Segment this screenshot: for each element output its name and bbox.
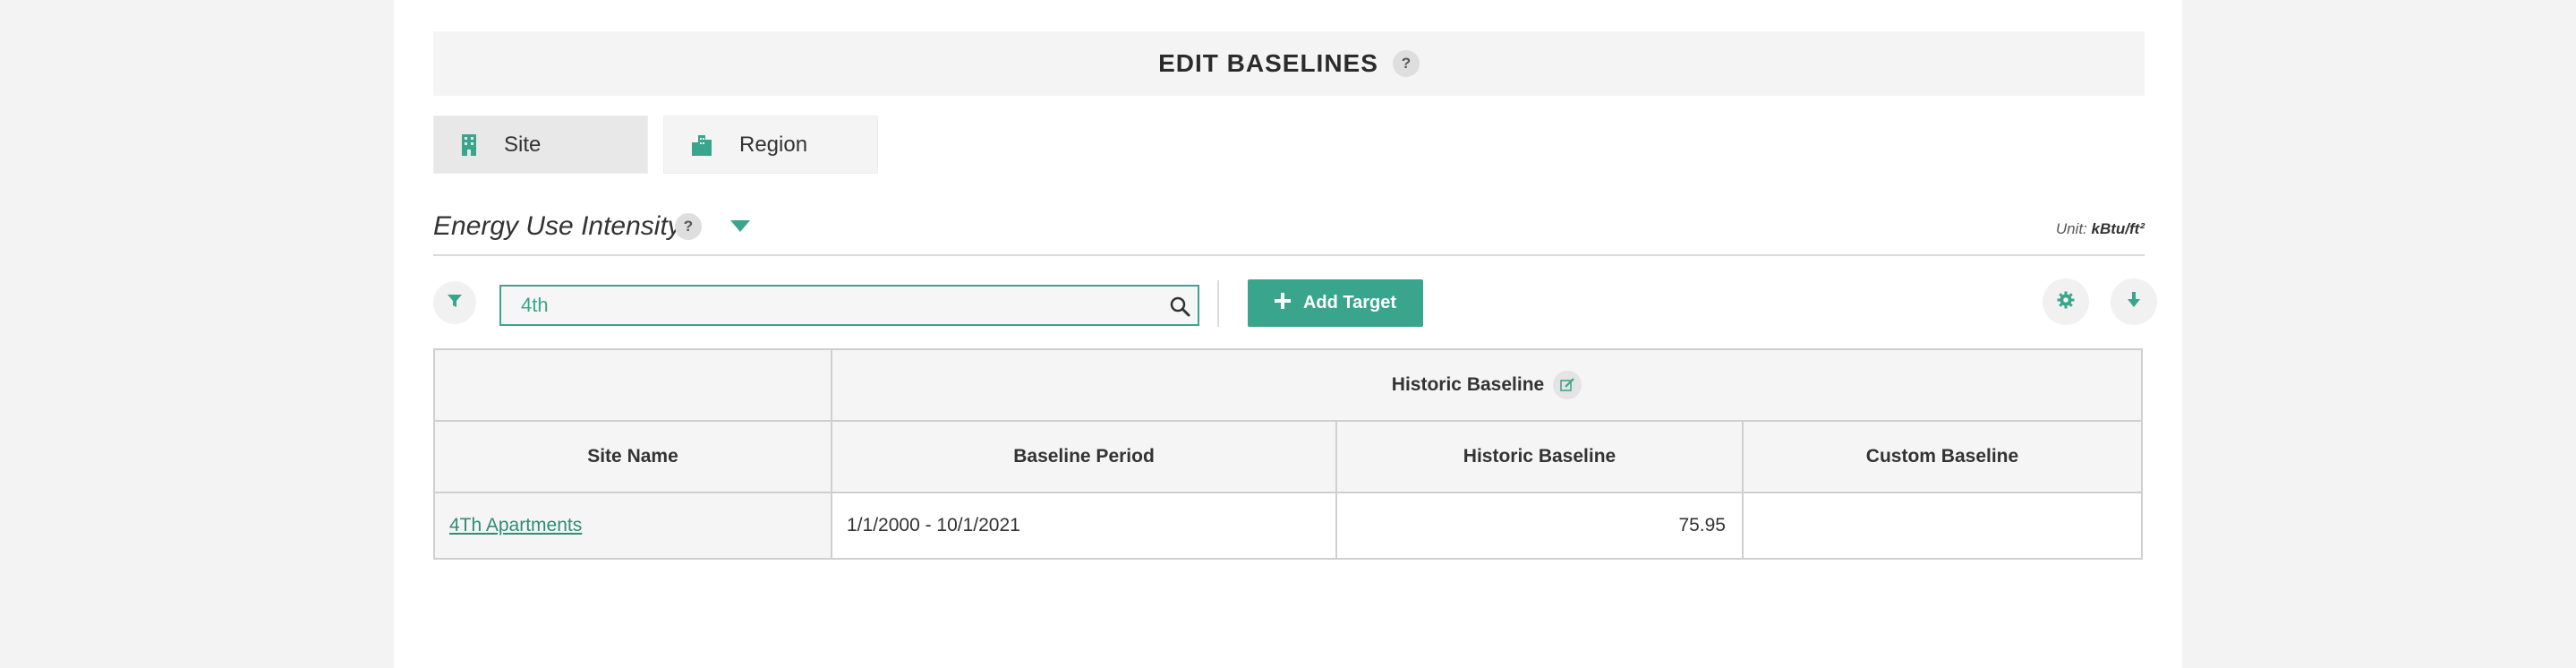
column-header-label: Site Name — [587, 446, 678, 467]
baselines-table: Historic Baseline Site Name Baseline Per… — [433, 348, 2143, 560]
page-header: EDIT BASELINES ? — [433, 31, 2145, 96]
column-header-historic-baseline[interactable]: Historic Baseline — [1337, 422, 1742, 492]
gear-icon — [2057, 291, 2075, 313]
edit-baselines-content: EDIT BASELINES ? Site Region Energy Use … — [433, 0, 2157, 668]
table-divider — [1742, 420, 1744, 558]
unit-prefix: Unit: — [2055, 220, 2087, 237]
metric-selector-row: Energy Use Intensity ? Unit: kBtu/ft² — [433, 208, 2145, 256]
tab-region[interactable]: Region — [663, 116, 878, 174]
column-header-baseline-period[interactable]: Baseline Period — [832, 422, 1335, 492]
city-icon — [691, 133, 712, 157]
filter-icon — [448, 294, 462, 313]
column-header-label: Historic Baseline — [1463, 446, 1616, 467]
table-divider — [1335, 420, 1337, 558]
page-panel: EDIT BASELINES ? Site Region Energy Use … — [394, 0, 2182, 668]
edit-icon[interactable] — [1553, 371, 1582, 399]
tab-region-label: Region — [739, 132, 808, 157]
unit-label: Unit: kBtu/ft² — [2056, 220, 2145, 238]
add-target-button[interactable]: Add Target — [1248, 279, 1423, 327]
column-header-custom-baseline[interactable]: Custom Baseline — [1744, 422, 2141, 492]
view-toggle: Site Region — [433, 116, 878, 174]
tab-site[interactable]: Site — [433, 116, 648, 174]
title-help-icon[interactable]: ? — [1392, 50, 1420, 77]
site-name-cell: 4Th Apartments — [435, 493, 831, 558]
group-header-historic: Historic Baseline — [832, 350, 2141, 420]
group-header-empty — [435, 350, 831, 420]
download-button[interactable] — [2111, 278, 2157, 325]
toolbar-divider — [1217, 280, 1219, 327]
metric-title: Energy Use Intensity — [433, 211, 681, 241]
table-divider — [435, 492, 2141, 493]
column-header-label: Baseline Period — [1013, 446, 1155, 467]
site-name-link[interactable]: 4Th Apartments — [449, 515, 582, 536]
table-divider — [435, 420, 2141, 422]
group-header-label: Historic Baseline — [1391, 374, 1545, 395]
baseline-period-value: 1/1/2000 - 10/1/2021 — [847, 515, 1020, 535]
building-icon — [461, 133, 477, 157]
column-header-label: Custom Baseline — [1865, 446, 2019, 467]
historic-baseline-cell: 75.95 — [1337, 493, 1742, 558]
chevron-down-icon[interactable] — [730, 220, 750, 236]
baseline-period-cell: 1/1/2000 - 10/1/2021 — [832, 493, 1335, 558]
custom-baseline-cell[interactable] — [1744, 493, 2141, 558]
search-input[interactable] — [501, 287, 1164, 324]
search-field[interactable] — [499, 285, 1199, 326]
add-target-label: Add Target — [1302, 293, 1397, 313]
metric-help-icon[interactable]: ? — [675, 213, 702, 240]
historic-baseline-value: 75.95 — [1678, 515, 1726, 535]
search-icon[interactable] — [1169, 295, 1190, 321]
tab-site-label: Site — [504, 132, 542, 157]
settings-button[interactable] — [2043, 278, 2089, 325]
plus-icon — [1274, 292, 1291, 314]
download-icon — [2127, 291, 2141, 313]
table-divider — [831, 350, 832, 558]
column-header-site-name[interactable]: Site Name — [435, 422, 831, 492]
unit-value: kBtu/ft² — [2091, 220, 2145, 237]
filter-button[interactable] — [433, 281, 476, 324]
page-title: EDIT BASELINES — [1158, 49, 1378, 77]
